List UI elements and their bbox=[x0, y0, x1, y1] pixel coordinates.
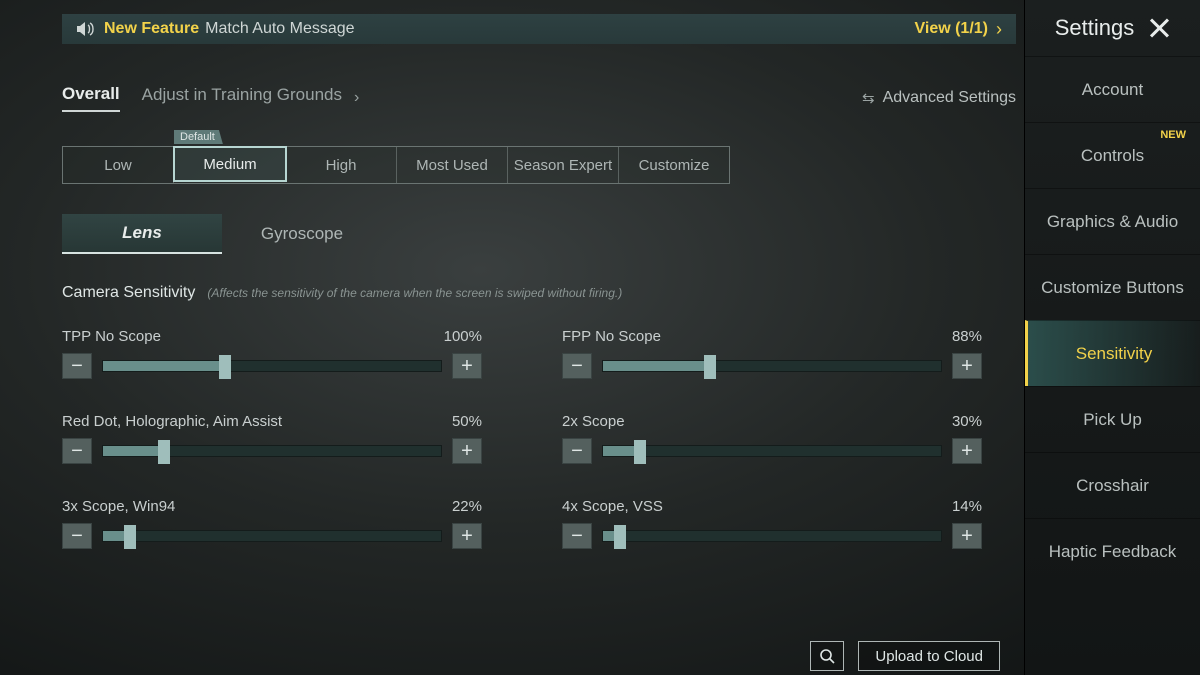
settings-title: Settings bbox=[1055, 15, 1135, 41]
slider-thumb[interactable] bbox=[614, 525, 626, 549]
slider-track[interactable] bbox=[602, 360, 942, 372]
plus-button[interactable]: + bbox=[952, 438, 982, 464]
preset-medium[interactable]: Medium bbox=[173, 146, 287, 182]
chevron-right-icon[interactable]: › bbox=[996, 19, 1002, 40]
minus-button[interactable]: − bbox=[62, 353, 92, 379]
slider-value: 22% bbox=[452, 498, 482, 515]
preset-customize[interactable]: Customize bbox=[619, 147, 729, 183]
slider-thumb[interactable] bbox=[634, 440, 646, 464]
slider-fill bbox=[103, 446, 164, 456]
slider-4x-scope: 4x Scope, VSS 14% − + bbox=[562, 498, 982, 549]
slider-label: TPP No Scope bbox=[62, 328, 161, 345]
bottom-bar: Upload to Cloud bbox=[810, 641, 1000, 671]
close-icon[interactable] bbox=[1148, 17, 1170, 39]
preset-most-used[interactable]: Most Used bbox=[397, 147, 508, 183]
slider-red-dot: Red Dot, Holographic, Aim Assist 50% − + bbox=[62, 413, 482, 464]
slider-grid: TPP No Scope 100% − + FPP No Scope 88% − bbox=[62, 328, 1016, 549]
slider-3x-scope: 3x Scope, Win94 22% − + bbox=[62, 498, 482, 549]
sidebar-item-label: Controls bbox=[1081, 146, 1144, 166]
speaker-icon bbox=[76, 21, 94, 37]
slider-label: 4x Scope, VSS bbox=[562, 498, 663, 515]
sidebar-item-label: Pick Up bbox=[1083, 410, 1142, 430]
slider-value: 30% bbox=[952, 413, 982, 430]
plus-button[interactable]: + bbox=[952, 353, 982, 379]
plus-button[interactable]: + bbox=[452, 353, 482, 379]
sidebar-item-label: Haptic Feedback bbox=[1049, 542, 1177, 562]
slider-value: 100% bbox=[444, 328, 482, 345]
sidebar-item-controls[interactable]: NEW Controls bbox=[1025, 122, 1200, 188]
sidebar-item-customize-buttons[interactable]: Customize Buttons bbox=[1025, 254, 1200, 320]
sidebar-item-pick-up[interactable]: Pick Up bbox=[1025, 386, 1200, 452]
preset-row: Default Low Medium High Most Used Season… bbox=[62, 146, 1016, 184]
preset-low[interactable]: Low bbox=[63, 147, 174, 183]
lens-gyro-tabs: Lens Gyroscope bbox=[62, 214, 382, 254]
tab-gyroscope[interactable]: Gyroscope bbox=[222, 214, 382, 254]
plus-button[interactable]: + bbox=[952, 523, 982, 549]
sidebar-item-account[interactable]: Account bbox=[1025, 56, 1200, 122]
subtab-overall[interactable]: Overall bbox=[62, 84, 120, 112]
chevron-right-icon: › bbox=[354, 89, 359, 107]
feature-message: Match Auto Message bbox=[205, 20, 354, 38]
slider-thumb[interactable] bbox=[219, 355, 231, 379]
preset-season-expert[interactable]: Season Expert bbox=[508, 147, 619, 183]
subtab-row: Overall Adjust in Training Grounds › ⇆ A… bbox=[62, 76, 1016, 120]
slider-track[interactable] bbox=[102, 360, 442, 372]
sidebar-item-label: Sensitivity bbox=[1076, 344, 1153, 364]
feature-prefix: New Feature bbox=[104, 20, 199, 38]
plus-button[interactable]: + bbox=[452, 523, 482, 549]
minus-button[interactable]: − bbox=[62, 523, 92, 549]
sidebar-item-label: Crosshair bbox=[1076, 476, 1149, 496]
plus-button[interactable]: + bbox=[452, 438, 482, 464]
slider-value: 14% bbox=[952, 498, 982, 515]
slider-fpp-no-scope: FPP No Scope 88% − + bbox=[562, 328, 982, 379]
advanced-settings-link[interactable]: ⇆ Advanced Settings bbox=[862, 89, 1016, 107]
upload-cloud-button[interactable]: Upload to Cloud bbox=[858, 641, 1000, 671]
subtab-training[interactable]: Adjust in Training Grounds bbox=[142, 85, 342, 111]
slider-thumb[interactable] bbox=[124, 525, 136, 549]
settings-title-row: Settings bbox=[1025, 0, 1200, 56]
minus-button[interactable]: − bbox=[562, 353, 592, 379]
slider-thumb[interactable] bbox=[704, 355, 716, 379]
sidebar-item-sensitivity[interactable]: Sensitivity bbox=[1025, 320, 1200, 386]
feature-banner[interactable]: New Feature Match Auto Message View (1/1… bbox=[62, 14, 1016, 44]
sidebar-item-crosshair[interactable]: Crosshair bbox=[1025, 452, 1200, 518]
sidebar-item-label: Customize Buttons bbox=[1041, 278, 1184, 298]
sidebar-item-graphics-audio[interactable]: Graphics & Audio bbox=[1025, 188, 1200, 254]
slider-2x-scope: 2x Scope 30% − + bbox=[562, 413, 982, 464]
banner-view-label[interactable]: View (1/1) bbox=[914, 20, 988, 38]
content-area: Overall Adjust in Training Grounds › ⇆ A… bbox=[62, 76, 1016, 675]
swap-icon: ⇆ bbox=[862, 89, 875, 107]
search-button[interactable] bbox=[810, 641, 844, 671]
preset-high[interactable]: High bbox=[286, 147, 397, 183]
slider-label: Red Dot, Holographic, Aim Assist bbox=[62, 413, 282, 430]
slider-label: FPP No Scope bbox=[562, 328, 661, 345]
slider-track[interactable] bbox=[602, 530, 942, 542]
default-tag: Default bbox=[174, 130, 223, 144]
slider-track[interactable] bbox=[602, 445, 942, 457]
slider-label: 3x Scope, Win94 bbox=[62, 498, 175, 515]
minus-button[interactable]: − bbox=[62, 438, 92, 464]
slider-fill bbox=[103, 361, 225, 371]
new-badge: NEW bbox=[1160, 129, 1186, 141]
slider-track[interactable] bbox=[102, 445, 442, 457]
section-header: Camera Sensitivity (Affects the sensitiv… bbox=[62, 284, 1016, 302]
sidebar-item-label: Graphics & Audio bbox=[1047, 212, 1178, 232]
minus-button[interactable]: − bbox=[562, 523, 592, 549]
advanced-settings-label: Advanced Settings bbox=[883, 89, 1016, 107]
slider-track[interactable] bbox=[102, 530, 442, 542]
section-title: Camera Sensitivity bbox=[62, 284, 195, 302]
settings-sidebar: Settings Account NEW Controls Graphics &… bbox=[1024, 0, 1200, 675]
slider-value: 50% bbox=[452, 413, 482, 430]
sidebar-item-haptic-feedback[interactable]: Haptic Feedback bbox=[1025, 518, 1200, 584]
sidebar-item-label: Account bbox=[1082, 80, 1143, 100]
slider-thumb[interactable] bbox=[158, 440, 170, 464]
slider-fill bbox=[603, 361, 710, 371]
slider-tpp-no-scope: TPP No Scope 100% − + bbox=[62, 328, 482, 379]
section-hint: (Affects the sensitivity of the camera w… bbox=[207, 286, 622, 300]
tab-lens[interactable]: Lens bbox=[62, 214, 222, 254]
minus-button[interactable]: − bbox=[562, 438, 592, 464]
slider-value: 88% bbox=[952, 328, 982, 345]
slider-label: 2x Scope bbox=[562, 413, 625, 430]
